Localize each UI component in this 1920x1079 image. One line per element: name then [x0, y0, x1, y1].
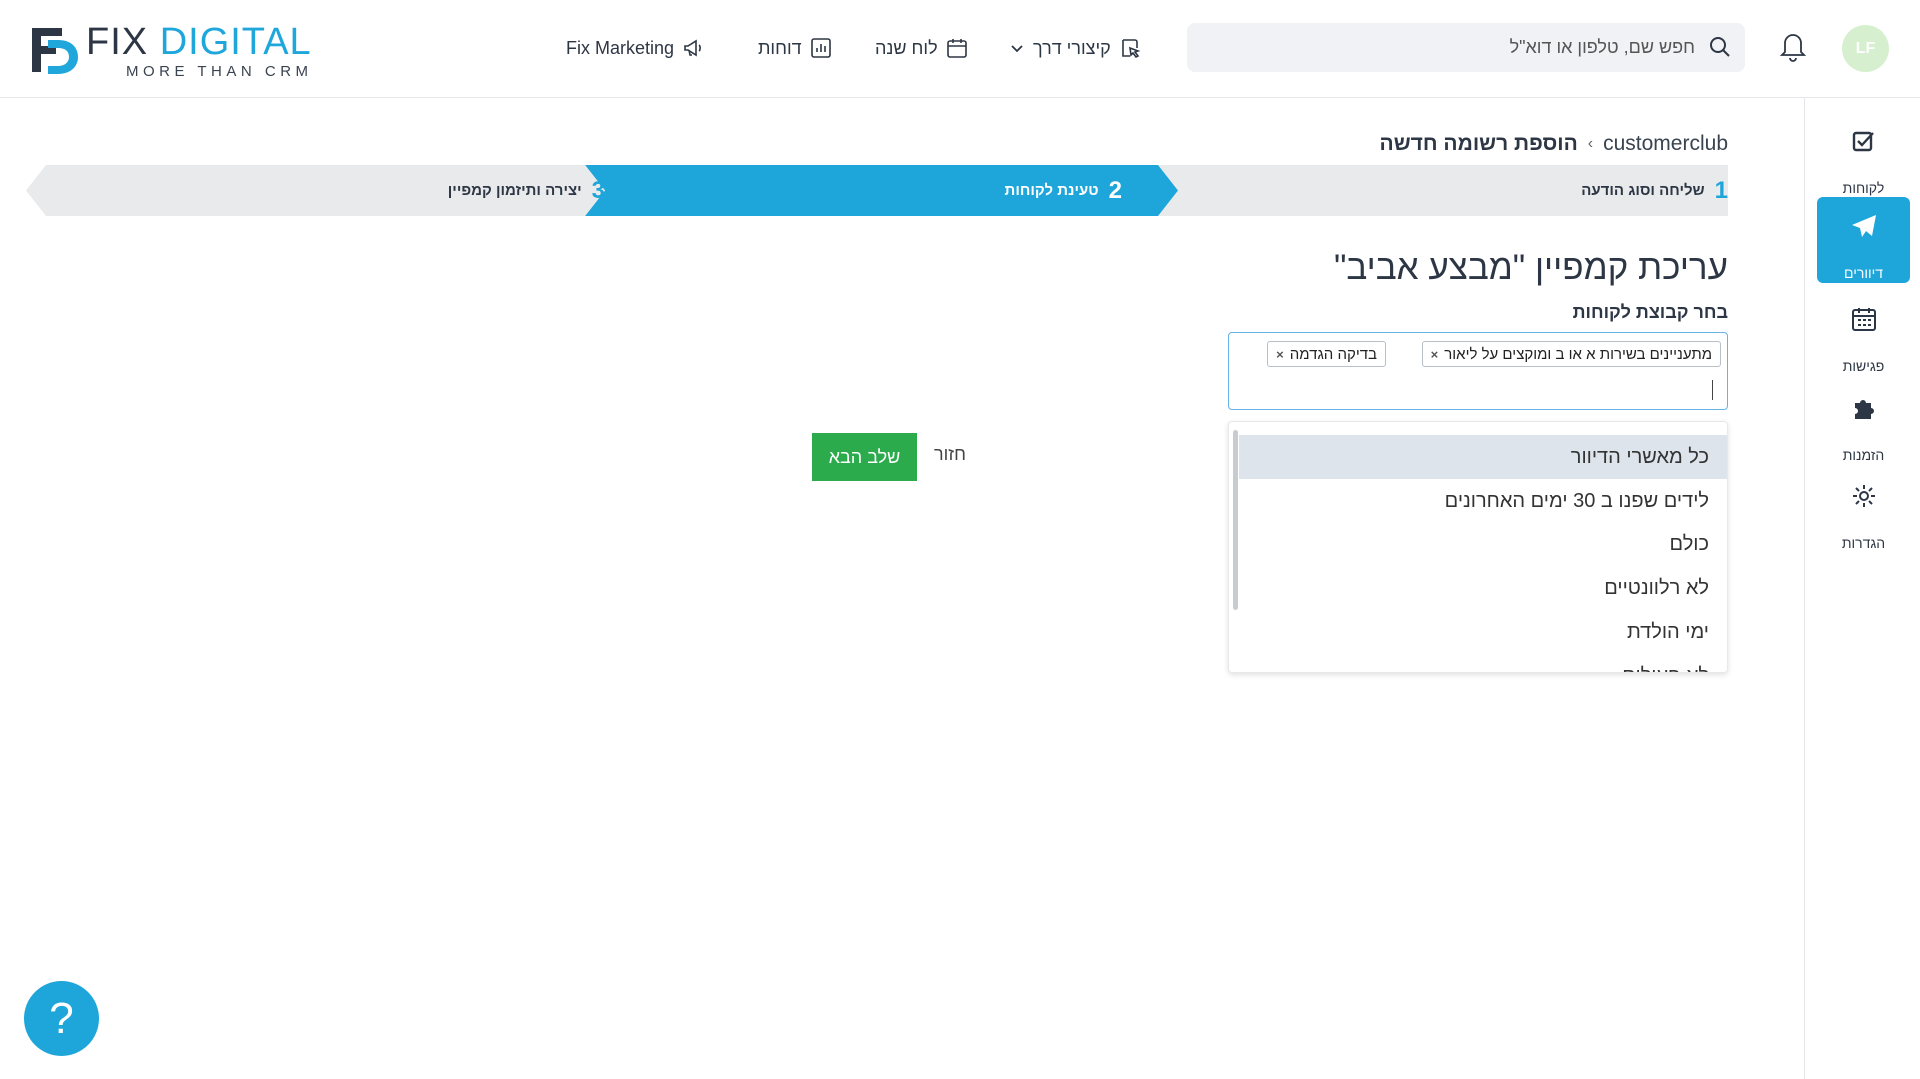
wizard-steps-shapes	[26, 165, 1728, 216]
back-link[interactable]: חזור	[934, 444, 966, 465]
step-2[interactable]: 2 טעינת לקוחות	[1005, 165, 1122, 216]
help-button[interactable]: ?	[24, 981, 99, 1056]
chevron-down-icon	[1011, 45, 1023, 53]
bar-chart-icon	[810, 38, 831, 58]
breadcrumb: customerclub › הוספת רשומה חדשה	[1380, 132, 1728, 156]
sidebar-item-label: לקוחות	[1842, 180, 1885, 196]
selected-tag: מתעניינים בשירות א או ב ומוקצים על ליאור…	[1421, 341, 1721, 367]
nav-calendar[interactable]: לוח שנה	[875, 30, 968, 66]
group-field-label: בחר קבוצת לקוחות	[1572, 302, 1728, 322]
nav-shortcuts-label: קיצורי דרך	[1033, 37, 1111, 58]
nav-reports-label: דוחות	[758, 37, 802, 58]
remove-tag-icon[interactable]: ×	[1431, 347, 1439, 362]
megaphone-icon	[684, 39, 701, 57]
paper-plane-icon	[1851, 215, 1876, 237]
dropdown-option[interactable]: כל מאשרי הדיוור	[1239, 435, 1727, 479]
dropdown-option[interactable]: לא רלוונטיים	[1239, 566, 1727, 610]
dropdown-option[interactable]: כולם	[1239, 522, 1727, 566]
nav-fix-marketing-label: Fix Marketing	[566, 37, 675, 58]
remove-tag-icon[interactable]: ×	[1276, 347, 1284, 362]
top-header: FIX DIGITAL MORE THAN CRM Fix Marketing …	[0, 0, 1920, 98]
step-2-number: 2	[1108, 176, 1122, 204]
fix-digital-logo[interactable]: FIX DIGITAL MORE THAN CRM	[28, 21, 348, 80]
dropdown-option[interactable]: לידים שפנו ב 30 ימים האחרונים	[1239, 479, 1727, 523]
step-1-number: 1	[1714, 176, 1728, 204]
calendar-icon	[1851, 308, 1876, 331]
group-options-dropdown: כל מאשרי הדיוור לידים שפנו ב 30 ימים האח…	[1228, 421, 1728, 673]
step-1[interactable]: 1 שליחה וסוג הודעה	[1488, 165, 1728, 216]
selected-tag-label: מתעניינים בשירות א או ב ומוקצים על ליאור	[1444, 345, 1712, 363]
nav-calendar-label: לוח שנה	[875, 37, 938, 58]
sidebar-item-settings[interactable]: הגדרות	[1817, 467, 1910, 553]
wizard-steps: 1 שליחה וסוג הודעה 2 טעינת לקוחות 3 יציר…	[26, 165, 1728, 216]
sidebar-item-orders[interactable]: הזמנות	[1817, 379, 1910, 465]
nav-shortcuts[interactable]: קיצורי דרך	[1009, 30, 1141, 66]
puzzle-icon	[1854, 400, 1874, 419]
sidebar-item-mailings[interactable]: דיוורים	[1817, 197, 1910, 283]
search-input[interactable]	[1187, 23, 1745, 72]
nav-fix-marketing[interactable]: Fix Marketing	[566, 30, 706, 66]
sidebar-item-label: הזמנות	[1842, 447, 1885, 463]
sidebar-item-label: הגדרות	[1841, 535, 1886, 551]
text-caret	[1712, 380, 1713, 400]
search-icon[interactable]	[1709, 36, 1731, 58]
bell-icon[interactable]	[1779, 30, 1807, 62]
dropdown-option[interactable]: ימי הולדת	[1239, 610, 1727, 654]
step-3-label: יצירה ותיזמון קמפיין	[447, 182, 582, 199]
checkbox-icon	[1852, 131, 1874, 152]
next-step-button[interactable]: שלב הבא	[812, 433, 917, 481]
dropdown-scrollbar[interactable]	[1233, 430, 1238, 610]
calendar-icon	[946, 39, 967, 58]
sidebar-item-label: דיוורים	[1844, 265, 1883, 281]
dropdown-option[interactable]: לא פעילים	[1239, 654, 1727, 672]
selected-tag: בדיקה הגדמה ×	[1267, 341, 1386, 367]
sidebar-item-label: פגישות	[1842, 358, 1885, 374]
user-avatar[interactable]: LF	[1842, 25, 1889, 72]
logo-brand-text: FIX DIGITAL	[86, 21, 312, 63]
step-3[interactable]: 3 יצירה ותיזמון קמפיין	[448, 165, 605, 216]
breadcrumb-root-link[interactable]: customerclub	[1603, 132, 1728, 156]
fd-logo-mark-icon	[32, 28, 78, 74]
sidebar-item-customers[interactable]: לקוחות	[1817, 112, 1910, 198]
breadcrumb-current: הוספת רשומה חדשה	[1379, 132, 1578, 155]
nav-reports[interactable]: דוחות	[758, 30, 832, 66]
gear-icon	[1852, 485, 1875, 507]
step-1-label: שליחה וסוג הודעה	[1581, 182, 1705, 199]
right-sidebar: לקוחות דיוורים פגישות הזמנות הגדרות	[1804, 98, 1920, 1079]
sidebar-item-meetings[interactable]: פגישות	[1817, 290, 1910, 376]
logo-tagline: MORE THAN CRM	[126, 63, 313, 80]
page-title: עריכת קמפיין "מבצע אביב"	[1333, 248, 1728, 287]
step-2-label: טעינת לקוחות	[1004, 182, 1099, 199]
global-search[interactable]	[1187, 23, 1745, 72]
step-3-number: 3	[591, 176, 605, 204]
selected-tag-label: בדיקה הגדמה	[1289, 345, 1377, 363]
shortcut-icon	[1121, 39, 1141, 59]
customer-group-multiselect[interactable]: מתעניינים בשירות א או ב ומוקצים על ליאור…	[1228, 332, 1728, 410]
breadcrumb-separator: ›	[1587, 135, 1594, 152]
